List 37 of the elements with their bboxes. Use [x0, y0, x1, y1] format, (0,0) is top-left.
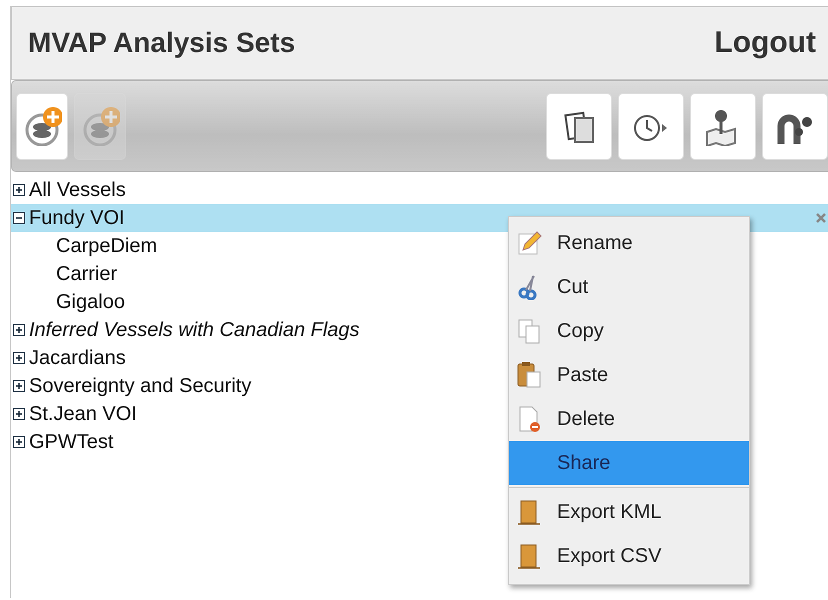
expand-icon[interactable] — [13, 408, 25, 420]
menu-item[interactable]: Rename — [509, 221, 749, 265]
tree-item[interactable]: Sovereignty and Security — [29, 374, 252, 398]
pencil-icon — [517, 230, 543, 256]
expand-icon[interactable] — [13, 380, 25, 392]
delete-file-icon — [517, 406, 543, 432]
tree-item[interactable]: Carrier — [56, 262, 118, 286]
expand-icon[interactable] — [13, 184, 25, 196]
menu-item[interactable]: Share — [509, 441, 749, 485]
door-icon — [517, 499, 543, 525]
expand-icon[interactable] — [13, 352, 25, 364]
expand-icon[interactable] — [13, 436, 25, 448]
tree-item[interactable]: St.Jean VOI — [29, 402, 137, 426]
logout-link[interactable]: Logout — [714, 26, 816, 60]
expand-icon[interactable] — [13, 324, 25, 336]
tree-item[interactable]: Gigaloo — [56, 290, 125, 314]
menu-item[interactable]: Delete — [509, 397, 749, 441]
menu-item[interactable]: Export CSV — [509, 534, 749, 578]
tree-item[interactable]: GPWTest — [29, 430, 114, 454]
toolbar-button[interactable] — [690, 92, 756, 160]
panel-title: MVAP Analysis Sets — [28, 27, 296, 59]
collapse-icon[interactable] — [13, 212, 25, 224]
tree-item[interactable]: Jacardians — [29, 346, 126, 370]
toolbar-button[interactable] — [16, 92, 68, 160]
menu-item[interactable]: Paste — [509, 353, 749, 397]
menu-item[interactable]: Copy — [509, 309, 749, 353]
toolbar-button[interactable] — [546, 92, 612, 160]
clipboard-icon — [517, 362, 543, 388]
toolbar-button[interactable] — [762, 92, 828, 160]
toolbar-button[interactable] — [618, 92, 684, 160]
door-icon — [517, 543, 543, 569]
tree-item[interactable]: Fundy VOI — [29, 206, 125, 230]
tree-item[interactable]: Inferred Vessels with Canadian Flags — [29, 318, 360, 342]
tree-item[interactable]: All Vessels — [29, 178, 126, 202]
menu-item[interactable]: Export KML — [509, 490, 749, 534]
tree-item[interactable]: CarpeDiem — [56, 234, 158, 258]
menu-item[interactable]: Cut — [509, 265, 749, 309]
